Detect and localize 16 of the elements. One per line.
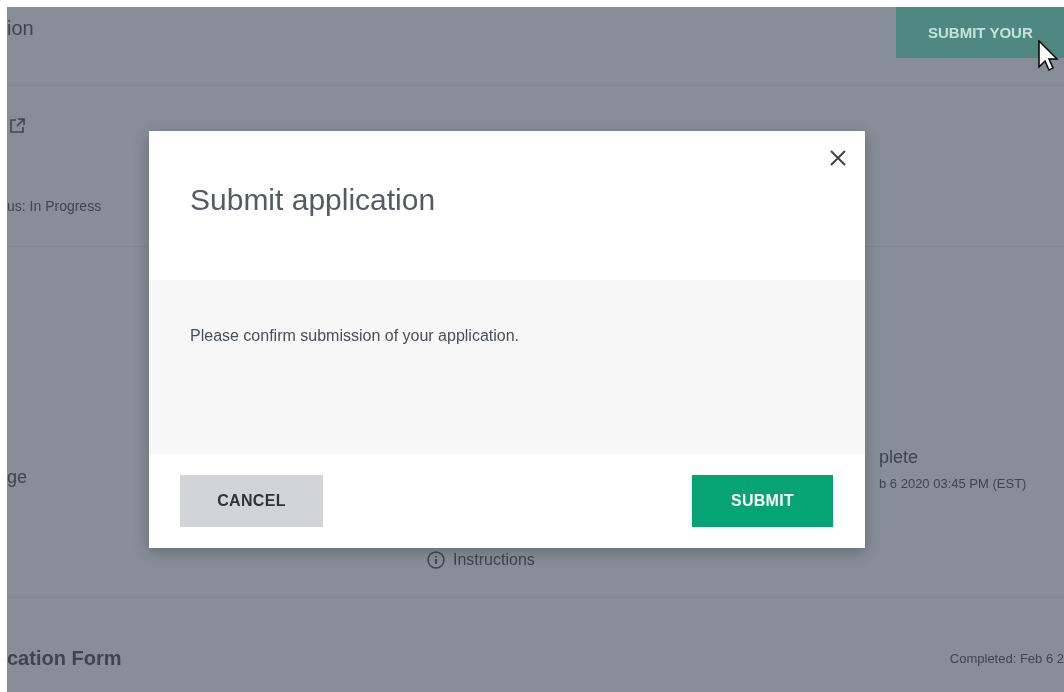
cancel-button[interactable]: CANCEL bbox=[180, 475, 323, 527]
instructions-link[interactable]: Instructions bbox=[453, 551, 535, 569]
submit-button[interactable]: SUBMIT bbox=[692, 475, 833, 527]
mouse-pointer-icon bbox=[1038, 40, 1060, 72]
task-date: b 6 2020 03:45 PM (EST) bbox=[879, 476, 1028, 491]
task-status: plete bbox=[879, 447, 920, 468]
page-title: ion bbox=[7, 17, 34, 40]
form-status: Completed: Feb 6 2 bbox=[949, 650, 1064, 666]
task-label: ge bbox=[7, 467, 28, 488]
external-link-icon[interactable] bbox=[9, 118, 25, 134]
status-text: us: In Progress bbox=[7, 198, 102, 214]
confirmation-message: Please confirm submission of your application. bbox=[190, 327, 520, 344]
dialog-title: Submit application bbox=[190, 183, 437, 217]
form-title: cation Form bbox=[7, 646, 122, 670]
submit-button[interactable]: SUBMIT YOUR bbox=[896, 7, 1064, 58]
info-icon bbox=[427, 551, 445, 569]
